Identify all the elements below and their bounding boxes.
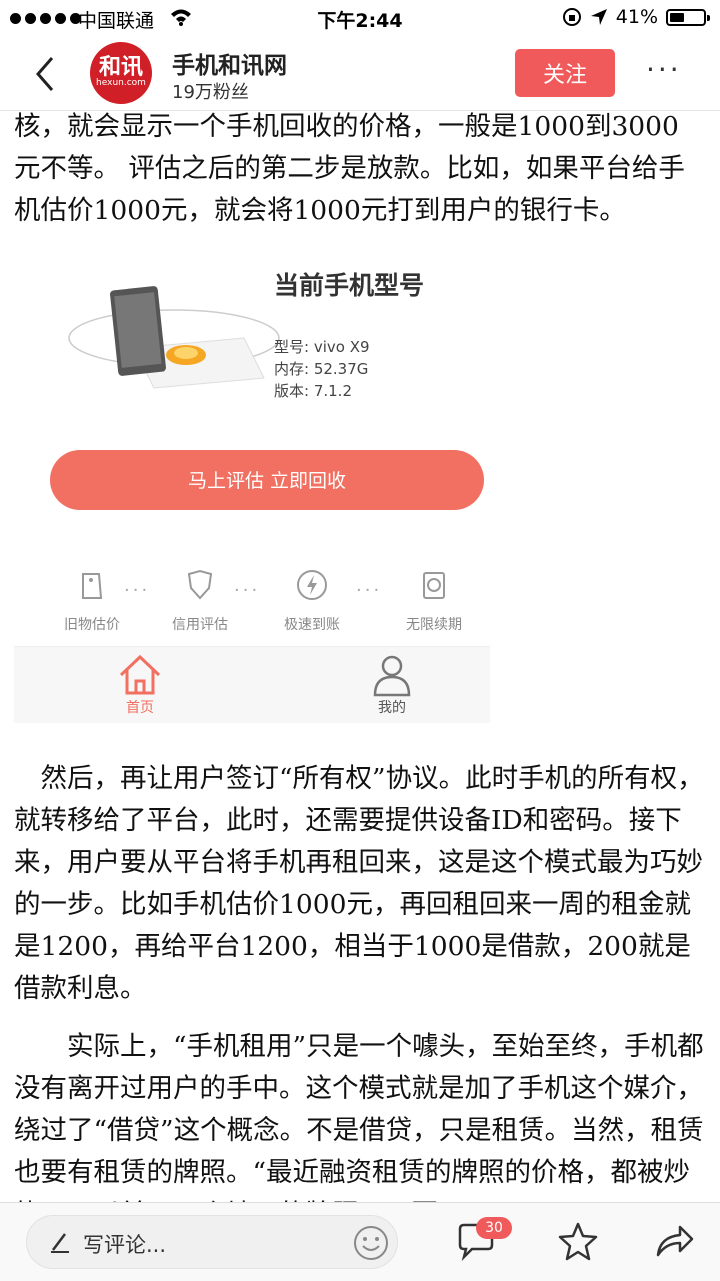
follow-button[interactable]: 关注 xyxy=(515,49,615,97)
renew-icon xyxy=(423,572,445,599)
step-divider: ··· xyxy=(124,580,151,601)
emoji-icon[interactable] xyxy=(353,1225,389,1261)
embedded-title: 当前手机型号 xyxy=(274,271,425,300)
spec-model: 型号: vivo X9 xyxy=(274,338,370,356)
comment-count-badge: 30 xyxy=(476,1217,512,1239)
pencil-icon xyxy=(51,1233,69,1253)
step-divider: ··· xyxy=(356,580,383,601)
tag-icon xyxy=(82,573,103,599)
phone-illustration: 当前手机型号 型号: vivo X9 内存: 52.37G 版本: 7.1.2 xyxy=(14,248,490,418)
home-icon xyxy=(119,654,161,695)
step-label: 信用评估 xyxy=(172,617,228,633)
comment-placeholder: 写评论... xyxy=(83,1233,167,1257)
location-arrow-icon xyxy=(590,9,607,25)
shield-icon xyxy=(187,569,213,600)
share-icon[interactable] xyxy=(654,1221,694,1261)
phone-scan-icon xyxy=(68,286,280,389)
article-image: 当前手机型号 型号: vivo X9 内存: 52.37G 版本: 7.1.2 … xyxy=(14,248,490,723)
channel-avatar[interactable]: 和讯 hexun.com xyxy=(90,42,152,104)
step-divider: ··· xyxy=(234,580,261,601)
logo-subtext: hexun.com xyxy=(96,78,146,88)
step-label: 旧物估价 xyxy=(64,617,120,633)
follower-count: 19万粉丝 xyxy=(172,82,249,103)
comment-input[interactable]: 写评论... xyxy=(26,1215,398,1269)
battery-percent: 41% xyxy=(615,6,658,28)
channel-name[interactable]: 手机和讯网 xyxy=(172,46,287,80)
spec-version: 版本: 7.1.2 xyxy=(274,382,352,400)
battery-icon xyxy=(666,8,710,26)
embedded-tab-bar: 首页 我的 xyxy=(14,646,490,723)
step-label: 无限续期 xyxy=(406,617,462,633)
lightning-icon xyxy=(297,570,327,600)
tab-profile: 我的 xyxy=(352,653,432,717)
step-item: 旧物估价 xyxy=(52,568,132,634)
spec-memory: 内存: 52.37G xyxy=(274,360,369,378)
more-options-icon[interactable]: ··· xyxy=(646,56,682,84)
article-header: 和讯 hexun.com 手机和讯网 19万粉丝 关注 ··· xyxy=(0,36,720,111)
step-item: 信用评估 xyxy=(160,568,240,634)
tab-label: 我的 xyxy=(378,700,406,716)
step-item: 无限续期 xyxy=(394,568,474,634)
article-paragraph: 然后，再让用户签订“所有权”协议。此时手机的所有权，就转移给了平台，此时，还需要… xyxy=(14,763,704,1004)
evaluate-button: 马上评估 立即回收 xyxy=(50,450,484,510)
logo-text: 和讯 xyxy=(98,54,143,80)
article-paragraph: 核，就会显示一个手机回收的价格，一般是1000到3000元不等。 评估之后的第二… xyxy=(14,111,685,226)
tab-home: 首页 xyxy=(100,653,180,717)
step-item: 极速到账 xyxy=(272,568,352,634)
user-icon xyxy=(373,655,411,697)
tab-label: 首页 xyxy=(126,700,154,716)
back-icon[interactable] xyxy=(30,54,60,94)
bottom-action-bar: 写评论... 30 xyxy=(0,1202,720,1281)
step-label: 极速到账 xyxy=(284,617,340,633)
orientation-lock-icon xyxy=(562,8,581,26)
star-icon[interactable] xyxy=(558,1221,598,1261)
status-bar: 中国联通 下午2:44 41% xyxy=(0,0,720,36)
